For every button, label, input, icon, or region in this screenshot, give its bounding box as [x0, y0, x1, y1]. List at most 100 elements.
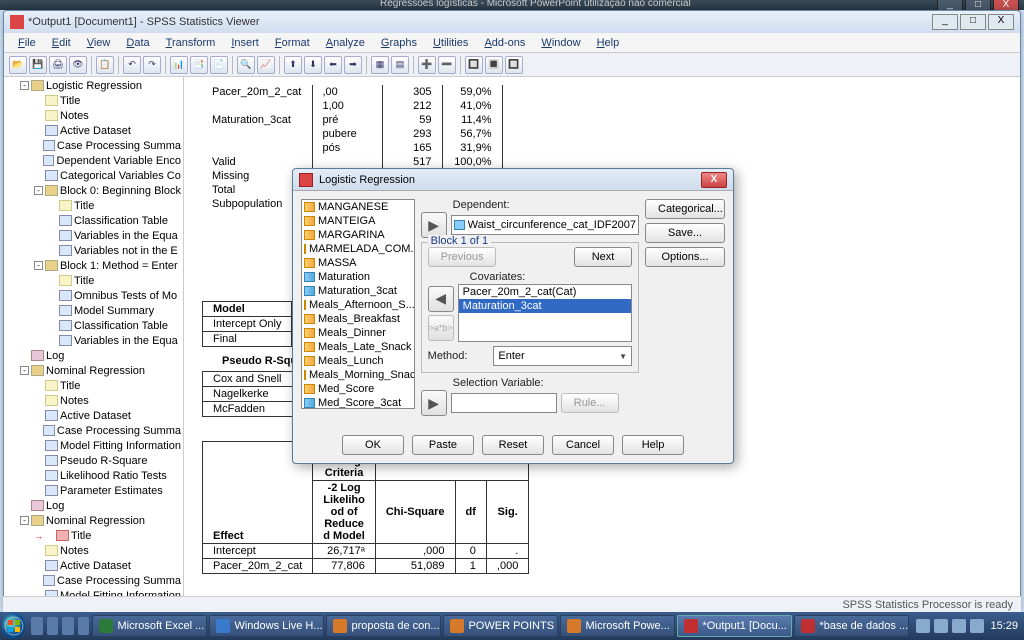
tree-item[interactable]: Model Summary — [4, 303, 183, 318]
tree-item[interactable]: Title — [4, 528, 183, 543]
menu-help[interactable]: Help — [589, 35, 628, 51]
quick-launch-icon[interactable] — [78, 617, 90, 635]
variable-item[interactable]: Med_Score — [302, 382, 414, 396]
clock[interactable]: 15:29 — [990, 620, 1018, 632]
tree-item[interactable]: Variables in the Equa — [4, 228, 183, 243]
cancel-button[interactable]: Cancel — [552, 435, 614, 455]
tree-item[interactable]: Model Fitting Information — [4, 438, 183, 453]
move-to-covariates-button[interactable]: ◀ — [428, 286, 454, 312]
menu-format[interactable]: Format — [267, 35, 318, 51]
tree-item[interactable]: Classification Table — [4, 213, 183, 228]
tree-item[interactable]: Title — [4, 93, 183, 108]
tree-item[interactable]: Omnibus Tests of Mo — [4, 288, 183, 303]
move-to-selection-button[interactable]: ▶ — [421, 390, 447, 416]
tree-item[interactable]: Title — [4, 378, 183, 393]
tree-item[interactable]: -Nominal Regression — [4, 363, 183, 378]
expand-icon[interactable]: - — [34, 186, 43, 195]
toolbar-button[interactable]: ➡ — [344, 56, 362, 74]
tree-item[interactable]: -Block 0: Beginning Block — [4, 183, 183, 198]
save-button[interactable]: Save... — [645, 223, 725, 243]
system-tray[interactable]: 15:29 — [910, 619, 1022, 633]
menu-edit[interactable]: Edit — [44, 35, 79, 51]
variable-item[interactable]: MANTEIGA — [302, 214, 414, 228]
tree-item[interactable]: Dependent Variable Enco — [4, 153, 183, 168]
outline-tree[interactable]: -Logistic RegressionTitleNotesActive Dat… — [4, 77, 184, 611]
toolbar-button[interactable]: 🔲 — [505, 56, 523, 74]
toolbar-button[interactable]: 👁 — [69, 56, 87, 74]
variable-item[interactable]: Meals_Late_Snack — [302, 340, 414, 354]
variable-item[interactable]: Maturation — [302, 270, 414, 284]
quick-launch-icon[interactable] — [62, 617, 74, 635]
toolbar-button[interactable]: ⬇ — [304, 56, 322, 74]
app-close-button[interactable]: X — [988, 14, 1014, 30]
menu-file[interactable]: File — [10, 35, 44, 51]
toolbar-button[interactable]: 📂 — [9, 56, 27, 74]
covariates-list[interactable]: Pacer_20m_2_cat(Cat)Maturation_3cat — [458, 284, 632, 342]
expand-icon[interactable]: - — [20, 516, 29, 525]
variable-item[interactable]: Meals_Afternoon_S... — [302, 298, 414, 312]
help-button[interactable]: Help — [622, 435, 684, 455]
app-max-button[interactable]: □ — [960, 14, 986, 30]
tree-item[interactable]: Title — [4, 273, 183, 288]
source-variable-list[interactable]: MANGANESEMANTEIGAMARGARINAMARMELADA_COM.… — [301, 199, 415, 409]
categorical-button[interactable]: Categorical... — [645, 199, 725, 219]
menu-window[interactable]: Window — [533, 35, 588, 51]
menu-add-ons[interactable]: Add-ons — [476, 35, 533, 51]
taskbar-task[interactable]: *base de dados ... — [794, 615, 909, 637]
variable-item[interactable]: Meals_Breakfast — [302, 312, 414, 326]
toolbar-button[interactable]: 🔳 — [485, 56, 503, 74]
taskbar-task[interactable]: Microsoft Powe... — [560, 615, 675, 637]
variable-item[interactable]: MANGANESE — [302, 200, 414, 214]
tray-icon[interactable] — [952, 619, 966, 633]
taskbar-task[interactable]: POWER POINTS — [443, 615, 558, 637]
menu-analyze[interactable]: Analyze — [318, 35, 373, 51]
taskbar-task[interactable]: Windows Live H... — [209, 615, 324, 637]
tree-item[interactable]: Active Dataset — [4, 558, 183, 573]
tray-icon[interactable] — [934, 619, 948, 633]
tree-item[interactable]: Title — [4, 198, 183, 213]
next-block-button[interactable]: Next — [574, 247, 632, 267]
dependent-field[interactable]: Waist_circunference_cat_IDF2007 — [451, 215, 639, 235]
menu-view[interactable]: View — [79, 35, 119, 51]
tree-item[interactable]: Parameter Estimates — [4, 483, 183, 498]
tree-item[interactable]: Active Dataset — [4, 408, 183, 423]
tree-item[interactable]: Categorical Variables Co — [4, 168, 183, 183]
tree-item[interactable]: Notes — [4, 108, 183, 123]
variable-item[interactable]: Meals_Morning_Snack — [302, 368, 414, 382]
toolbar-button[interactable]: ▦ — [371, 56, 389, 74]
options-button[interactable]: Options... — [645, 247, 725, 267]
tree-item[interactable]: Variables in the Equa — [4, 333, 183, 348]
selection-variable-field[interactable] — [451, 393, 557, 413]
toolbar-button[interactable]: 📊 — [170, 56, 188, 74]
variable-item[interactable]: MARGARINA — [302, 228, 414, 242]
quick-launch-icon[interactable] — [31, 617, 43, 635]
toolbar-button[interactable]: 📋 — [96, 56, 114, 74]
variable-item[interactable]: MASSA — [302, 256, 414, 270]
taskbar-task[interactable]: Microsoft Excel ... — [92, 615, 207, 637]
toolbar-button[interactable]: 🔍 — [237, 56, 255, 74]
toolbar-button[interactable]: ➖ — [438, 56, 456, 74]
tree-item[interactable]: -Nominal Regression — [4, 513, 183, 528]
expand-icon[interactable]: - — [34, 261, 43, 270]
menu-graphs[interactable]: Graphs — [373, 35, 425, 51]
covariate-item[interactable]: Maturation_3cat — [459, 299, 631, 313]
taskbar-task[interactable]: *Output1 [Docu... — [677, 615, 792, 637]
toolbar-button[interactable]: 💾 — [29, 56, 47, 74]
app-min-button[interactable]: _ — [932, 14, 958, 30]
variable-item[interactable]: Med_Score_3cat — [302, 396, 414, 409]
menu-data[interactable]: Data — [118, 35, 157, 51]
start-button[interactable] — [2, 613, 25, 639]
toolbar-button[interactable]: ▤ — [391, 56, 409, 74]
variable-item[interactable]: MARMELADA_COM... — [302, 242, 414, 256]
reset-button[interactable]: Reset — [482, 435, 544, 455]
tree-item[interactable]: Notes — [4, 543, 183, 558]
covariate-item[interactable]: Pacer_20m_2_cat(Cat) — [459, 285, 631, 299]
method-select[interactable]: Enter — [493, 346, 632, 366]
toolbar-button[interactable]: 📑 — [190, 56, 208, 74]
tray-icon[interactable] — [970, 619, 984, 633]
toolbar-button[interactable]: ⬅ — [324, 56, 342, 74]
tree-item[interactable]: -Block 1: Method = Enter — [4, 258, 183, 273]
ok-button[interactable]: OK — [342, 435, 404, 455]
tree-item[interactable]: Notes — [4, 393, 183, 408]
toolbar-button[interactable]: ⬆ — [284, 56, 302, 74]
